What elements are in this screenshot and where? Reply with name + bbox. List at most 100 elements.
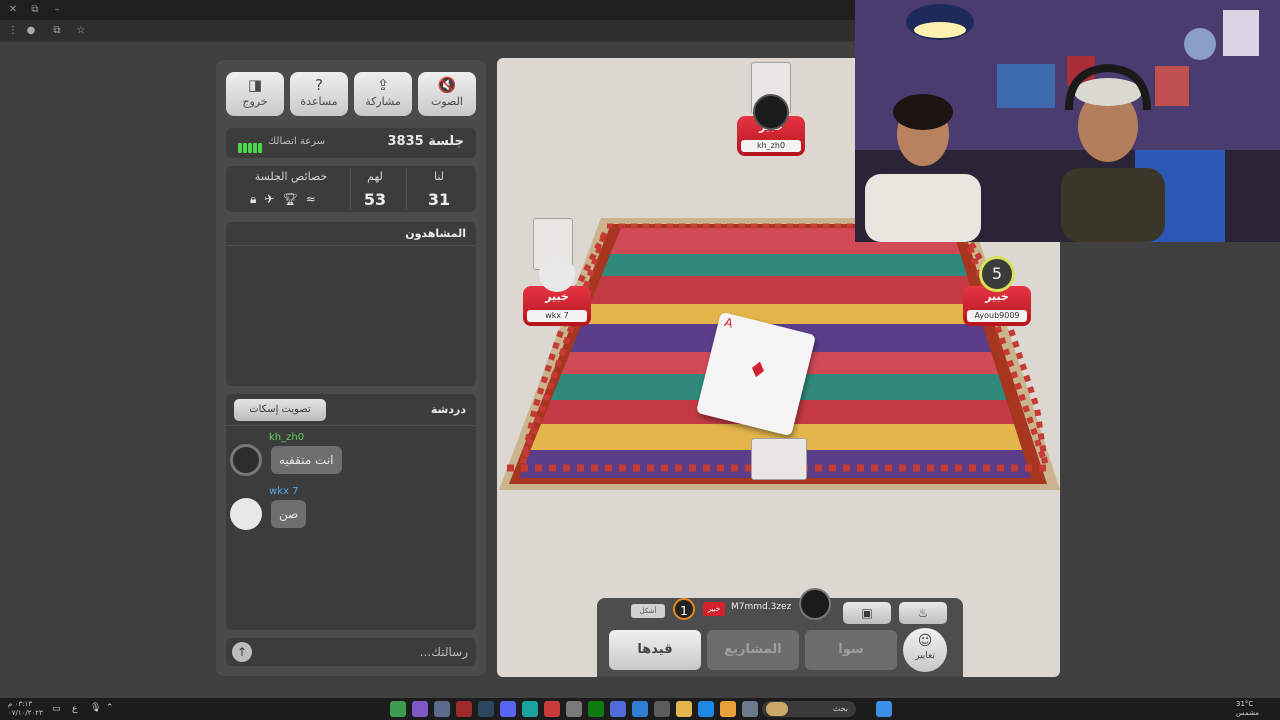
connection-bars-icon [238,138,263,157]
exit-icon: ◨ [247,76,263,94]
mute-vote-button[interactable]: تصويت إسكات [234,399,326,421]
emotes-label: تعابير [915,651,935,661]
help-icon: ? [315,76,323,94]
lock-icon: 🔒︎ [250,192,265,206]
screenshot-icon[interactable]: ⧉ [50,24,64,38]
taskbar-search[interactable]: بحث [762,701,856,717]
send-arrow-icon[interactable]: ↑ [232,642,252,662]
app-icon[interactable] [654,701,670,717]
more-icon[interactable]: ⋮ [6,24,20,38]
viewers-header: المشاهدون [226,222,476,246]
app-icon[interactable] [566,701,582,717]
chat-message: صن [271,500,307,528]
exit-label: خروج [242,95,268,108]
emotes-button[interactable]: ☺ تعابير [903,628,947,672]
projects-button[interactable]: المشاريع [707,630,799,670]
us-label: لنا [433,170,445,183]
search-highlight-icon [766,702,788,716]
chat-input[interactable] [258,640,468,664]
share-button[interactable]: ⇪ مشاركة [354,72,412,116]
restore-window-icon[interactable]: ⧉ [28,3,42,17]
divider [406,168,407,210]
avatar [230,444,262,476]
help-label: مساعدة [300,95,338,108]
mic-icon[interactable]: 🎙︎ [90,703,101,713]
my-player-name: M7mmd.3zez [731,602,792,612]
search-label: بحث [832,704,848,713]
bookmark-star-icon[interactable]: ☆ [74,24,88,38]
player-tag-right: خبير Ayoub9009 [963,286,1031,326]
display-icon[interactable]: ▭ [52,704,61,714]
language-indicator[interactable]: ع [72,704,77,714]
player-name: kh_zh0 [741,140,801,152]
connection-label: سرعة اتصالك [268,136,326,147]
chat-header: دردشة تصويت إسكات [226,394,476,426]
them-label: لهم [367,170,383,183]
chat-sender: kh_zh0 [269,432,305,443]
edge-icon[interactable] [698,701,714,717]
fire-icon[interactable]: ♨ [899,602,947,624]
trophy-icon: 🏆︎ [282,192,306,206]
session-number: جلسة 3835 [387,134,464,149]
help-button[interactable]: ? مساعدة [290,72,348,116]
chevron-up-icon[interactable]: ⌃ [106,703,114,713]
windows-start-icon[interactable] [876,701,892,717]
mail-icon[interactable] [632,701,648,717]
session-props-label: خصائص الجلسة [254,170,328,183]
sound-label: الصوت [431,95,463,108]
chat-sender: wkx 7 [269,486,299,497]
folder-icon[interactable] [676,701,692,717]
them-score: 53 [363,190,387,209]
app-icon[interactable] [610,701,626,717]
app-icon[interactable] [412,701,428,717]
steam-icon[interactable] [478,701,494,717]
speaker-muted-icon: 🔇 [437,76,457,94]
share-icon: ⇪ [376,76,390,94]
clock-time: ٠٣:١٣ م [8,700,32,708]
profile-icon[interactable]: ● [24,24,38,38]
app-icon[interactable] [390,701,406,717]
chrome-icon[interactable] [720,701,736,717]
chat-message: انت متقفيه [271,446,342,474]
app-icon[interactable] [522,701,538,717]
avatar [799,588,831,620]
share-label: مشاركة [365,95,401,108]
player-avatar [753,94,789,130]
player-name: Ayoub9009 [967,310,1027,322]
my-card-back[interactable] [751,438,807,480]
side-panel: ◨ خروج ? مساعدة ⇪ مشاركة 🔇 الصوت سرعة ات… [216,60,486,676]
rank-badge: 1 [673,598,695,620]
viewers-section: المشاهدون [226,222,476,386]
sound-button[interactable]: 🔇 الصوت [418,72,476,116]
session-props-icons: 🔒︎✈︎🏆︎≈ [250,192,324,207]
app-icon[interactable] [544,701,560,717]
taskbar: ٠٣:١٣ م ٠٧/١٠/٢٠٢٣ ▭ ع 🎙︎ ⌃ بحث 31°C مشم… [0,698,1280,720]
session-info: سرعة اتصالك جلسة 3835 [226,128,476,158]
xbox-icon[interactable] [588,701,604,717]
minimize-window-icon[interactable]: – [50,3,64,17]
handshake-icon: ≈ [305,192,324,206]
app-icon[interactable] [456,701,472,717]
sawa-button[interactable]: سوا [805,630,897,670]
chat-input-row: ↑ [226,638,476,666]
webcam-overlay [855,0,1280,242]
scoreboard: لنا لهم خصائص الجلسة 31 53 🔒︎✈︎🏆︎≈ [226,166,476,212]
exit-button[interactable]: ◨ خروج [226,72,284,116]
discord-icon[interactable] [500,701,516,717]
player-name: wkx 7 [527,310,587,322]
viewers-title: المشاهدون [405,227,466,240]
clock-date: ٠٧/١٠/٢٠٢٣ [8,709,43,717]
app-icon[interactable] [742,701,758,717]
turn-timer: 5 [979,256,1015,292]
gift-icon[interactable]: ▣ [843,602,891,624]
player-tag-left: خبير wkx 7 [523,286,591,326]
card-suit: ♦ [745,356,771,386]
divider [350,168,351,210]
qaydha-button[interactable]: قيدها [609,630,701,670]
chat-section: دردشة تصويت إسكات kh_zh0 انت متقفيه wkx … [226,394,476,630]
plane-icon: ✈︎ [264,192,283,206]
webcam-image [855,0,1280,242]
close-window-icon[interactable]: ✕ [6,3,20,17]
player-level: خبير [703,602,725,616]
shield-icon[interactable] [434,701,450,717]
